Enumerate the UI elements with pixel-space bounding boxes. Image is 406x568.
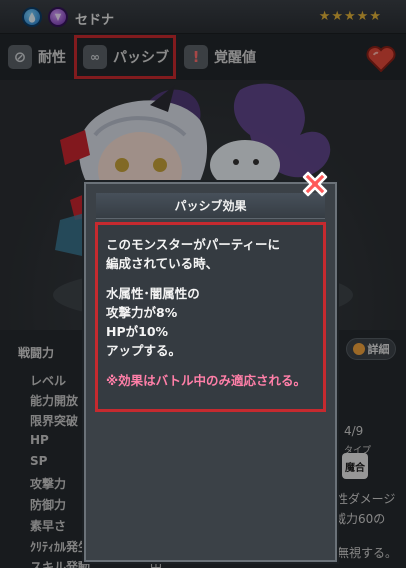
description-line: HPが10% — [106, 324, 169, 339]
passive-effect-dialog: パッシブ効果 このモンスターがパーティーに 編成されている時、 水属性･闇属性の… — [84, 182, 337, 562]
close-x-icon[interactable] — [298, 167, 332, 201]
dialog-title: パッシブ効果 — [96, 193, 325, 219]
description-line: 編成されている時、 — [106, 256, 219, 271]
description-line: アップする。 — [106, 343, 182, 358]
battle-only-note: ※効果はバトル中のみ適応される。 — [106, 373, 307, 388]
description-line: 水属性･闇属性の — [106, 286, 200, 301]
description-line: 攻撃力が8% — [106, 305, 178, 320]
passive-description: このモンスターがパーティーに 編成されている時、 水属性･闇属性の 攻撃力が8%… — [95, 222, 326, 412]
description-line: このモンスターがパーティーに — [106, 237, 281, 252]
